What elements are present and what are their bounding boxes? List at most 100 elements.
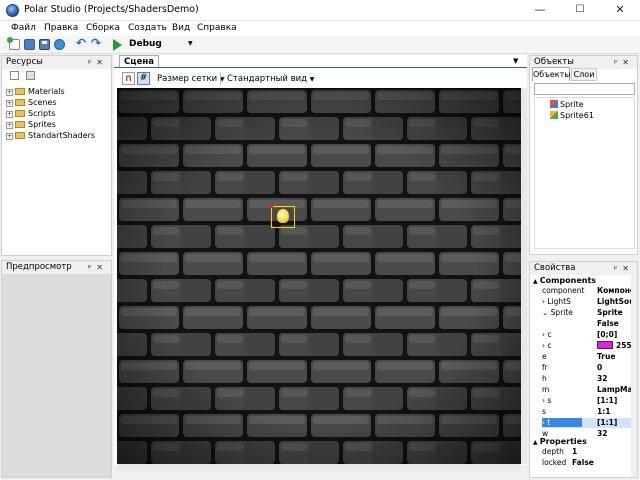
prop-row[interactable]: mLampMater [542,385,637,395]
properties-scrollbar[interactable] [631,276,637,477]
grid-toggle-icon[interactable]: # [137,72,150,85]
collapse-icon[interactable]: ▲ [533,439,540,446]
expand-icon[interactable]: + [6,89,13,96]
prop-row[interactable]: h 32 [542,374,637,384]
prop-row[interactable]: e True [542,352,637,362]
menu-help[interactable]: Справка [197,23,237,33]
prop-row[interactable]: componentКомпонент [542,286,637,296]
tree-item-standartshaders[interactable]: + StandartShaders [6,130,95,141]
menu-view[interactable]: Вид [172,23,190,33]
prop-row[interactable]: › c [0;0] [542,330,637,340]
expand-icon[interactable]: + [6,133,13,140]
objects-panel: Объекты ᵖ✕ Объекты Слои Sprite Sprite61 [529,55,638,255]
prop-row[interactable]: › c255.0. [542,341,637,351]
collapse-arrow-icon[interactable]: ⌄ [542,308,551,317]
prop-row-selected[interactable]: › t [1:1] [542,418,637,428]
tab-layers[interactable]: Слои [571,68,597,81]
resources-tree: + Materials + Scenes + Scripts + Sprites + St… [6,86,95,141]
prop-row[interactable]: locked False [542,458,637,468]
new-file-icon[interactable] [7,37,20,50]
redo-icon[interactable]: ↷ [91,37,102,50]
menu-edit[interactable]: Правка [44,23,78,33]
folder-icon [15,99,25,106]
window-title: Polar Studio (Projects/ShadersDemo) [24,4,199,15]
panel-pin-close-icon[interactable]: ᵖ✕ [614,262,634,275]
tab-objects[interactable]: Объекты [532,67,571,81]
minimize-button[interactable]: — [520,0,560,20]
scene-canvas[interactable] [117,88,521,464]
build-config-select[interactable]: Debug ▼ [125,38,195,52]
resources-panel-header: Ресурсы ᵖ✕ [2,56,111,69]
panel-pin-close-icon[interactable]: ᵖ✕ [88,261,108,274]
sprite-object-icon [550,100,558,108]
tab-scene[interactable]: Сцена [119,55,159,67]
properties-panel-title: Свойства [534,263,576,273]
play-icon[interactable] [113,39,122,51]
settings-icon[interactable] [54,39,65,50]
properties-panel-header: Свойства ᵖ✕ [530,262,637,275]
expand-all-icon[interactable] [10,71,19,80]
prop-row[interactable]: › LightSLightSource [542,297,637,307]
pivot-marker[interactable] [269,204,273,208]
chevron-down-icon: ▼ [309,76,315,83]
magnet-snap-icon[interactable]: ∩ [122,72,135,85]
panel-pin-close-icon[interactable]: ᵖ✕ [614,56,634,69]
tree-item-scripts[interactable]: + Scripts [6,108,95,119]
grid-size-dropdown[interactable]: Размер сетки ▼ [157,74,224,84]
expand-icon[interactable]: + [6,100,13,107]
object-item-sprite[interactable]: Sprite [550,100,584,109]
color-swatch[interactable] [597,341,613,349]
preview-panel-header: Предпросмотр ᵖ✕ [2,261,111,274]
toolbar-separator [220,72,221,85]
preview-panel: Предпросмотр ᵖ✕ [1,260,112,478]
light-bulb-icon[interactable] [277,209,289,223]
panel-pin-close-icon[interactable]: ᵖ✕ [88,56,108,69]
section-components[interactable]: ▲ Components [533,276,596,285]
menu-create[interactable]: Создать [128,23,167,33]
tab-dropdown-icon[interactable]: ▼ [513,57,518,65]
resources-panel-title: Ресурсы [6,57,43,67]
horizontal-scrollbar[interactable] [117,464,521,471]
close-button[interactable]: ✕ [600,0,640,20]
properties-panel: Свойства ᵖ✕ ▲ Components component Компон… [529,261,638,478]
prop-row[interactable]: ⌄ Sprite Sprite [542,308,637,318]
expand-icon[interactable]: + [6,111,13,118]
menu-file[interactable]: Файл [11,23,36,33]
object-item-sprite61[interactable]: Sprite61 [550,111,594,120]
resources-toolbar [10,71,35,82]
menu-bar: Файл Правка Сборка Создать Вид Справка [0,21,640,36]
menu-build[interactable]: Сборка [86,23,120,33]
prop-row[interactable]: depth 1 [542,447,637,457]
undo-icon[interactable]: ↶ [76,37,87,50]
app-logo-icon [6,4,19,17]
folder-icon [15,88,25,95]
section-properties[interactable]: ▲ Properties [533,437,587,446]
title-bar: Polar Studio (Projects/ShadersDemo) — ☐ … [0,0,640,21]
objects-search-input[interactable] [534,83,635,95]
resources-panel: Ресурсы ᵖ✕ + Materials + Scenes + Scripts +… [1,55,112,256]
brick-wall-texture [117,88,521,464]
collapse-icon[interactable]: ▲ [533,278,540,285]
vertical-scrollbar[interactable] [521,88,527,464]
expand-icon[interactable]: + [6,122,13,129]
build-config-value: Debug [129,39,162,49]
folder-icon [15,110,25,117]
prop-row[interactable]: s 1:1 [542,407,637,417]
objects-panel-title: Объекты [534,57,574,67]
objects-list: Sprite Sprite61 [534,97,635,249]
save-icon[interactable] [39,39,50,50]
collapse-all-icon[interactable] [25,71,35,80]
tree-item-materials[interactable]: + Materials [6,86,95,97]
view-mode-dropdown[interactable]: Стандартный вид ▼ [227,74,314,84]
folder-icon [15,121,25,128]
prop-row[interactable]: fr 0 [542,363,637,373]
maximize-button[interactable]: ☐ [560,0,600,20]
open-folder-icon[interactable] [24,39,35,50]
tree-item-sprites[interactable]: + Sprites [6,119,95,130]
tree-item-scenes[interactable]: + Scenes [6,97,95,108]
preview-panel-title: Предпросмотр [6,262,72,272]
prop-row[interactable]: › s [1:1] [542,396,637,406]
prop-row[interactable]: False [542,319,637,329]
chevron-down-icon: ▼ [188,40,193,47]
tab-underline [114,67,527,68]
